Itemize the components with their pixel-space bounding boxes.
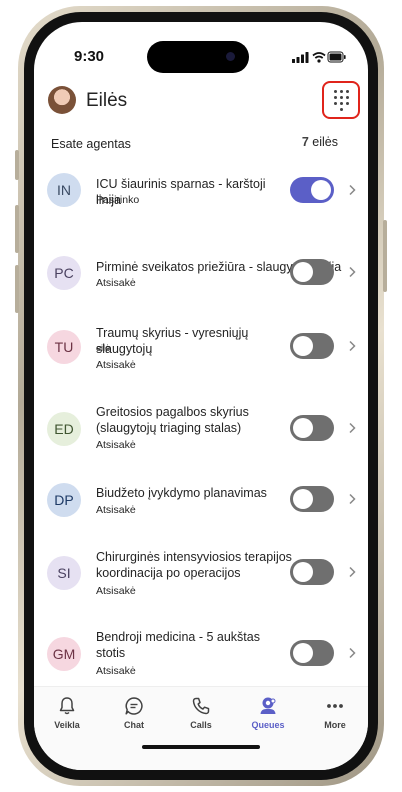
volume-down-button	[15, 265, 19, 313]
nav-label: Calls	[190, 720, 212, 730]
nav-queues[interactable]: Queues	[240, 695, 296, 730]
queue-toggle[interactable]	[290, 559, 334, 585]
chevron-right-icon[interactable]	[348, 647, 356, 659]
chevron-right-icon[interactable]	[348, 340, 356, 352]
queue-initials: DP	[54, 492, 74, 508]
queue-toggle[interactable]	[290, 333, 334, 359]
queue-status: Atsisakė	[96, 665, 136, 677]
queue-item[interactable]: IN ICU šiaurinis sparnas - karštoji lini…	[34, 157, 368, 239]
chevron-right-icon[interactable]	[348, 422, 356, 434]
queue-status: Atsisakė	[96, 277, 136, 289]
camera-icon	[226, 52, 235, 61]
queue-item[interactable]: SI Chirurginės intensyviosios terapijos …	[34, 541, 368, 623]
status-time: 9:30	[74, 48, 105, 65]
toggle-knob	[293, 562, 313, 582]
toggle-knob	[293, 489, 313, 509]
queue-status: Atsisakė	[96, 359, 136, 371]
dialpad-icon	[333, 89, 349, 111]
bell-icon	[59, 697, 75, 715]
page-title: Eilės	[86, 90, 128, 111]
queue-count: 7 eilės	[302, 135, 338, 149]
queue-toggle[interactable]	[290, 415, 334, 441]
battery-icon	[327, 51, 346, 63]
queue-item[interactable]: DP Biudžeto įvykdymo planavimas Atsisakė	[34, 477, 368, 549]
queue-item[interactable]: GM Bendroji medicina - 5 aukštas stotis …	[34, 623, 368, 689]
queue-avatar: DP	[47, 483, 81, 517]
chevron-right-icon[interactable]	[348, 566, 356, 578]
chevron-right-icon[interactable]	[348, 493, 356, 505]
nav-calls[interactable]: Calls	[173, 695, 229, 730]
toggle-knob	[311, 180, 331, 200]
nav-more[interactable]: More	[307, 695, 363, 730]
nav-label: More	[324, 720, 346, 730]
queue-status: Atsisakė	[96, 585, 136, 597]
chevron-right-icon[interactable]	[348, 266, 356, 278]
queue-count-suffix: eilės	[308, 135, 338, 149]
queue-initials: ED	[54, 421, 74, 437]
toggle-knob	[293, 418, 313, 438]
phone-screen: 9:30 Eilės Esate agentas 7 eilės IN ICU …	[34, 22, 368, 770]
queue-initials: IN	[57, 182, 71, 198]
queue-name: Greitosios pagalbos skyrius (slaugytojų …	[96, 405, 249, 435]
queue-name: Traumų skyrius - vyresniųjų slaugytojų	[96, 326, 249, 356]
nav-label: Queues	[251, 720, 285, 730]
bottom-navigation: Veikla Chat Calls Queues More	[34, 686, 368, 770]
queue-toggle[interactable]	[290, 259, 334, 285]
toggle-knob	[293, 643, 313, 663]
wifi-icon	[312, 52, 326, 63]
signal-icon	[292, 52, 309, 63]
agent-status-label: Esate agentas	[51, 137, 131, 151]
queue-avatar: PC	[47, 256, 81, 290]
queue-toggle[interactable]	[290, 486, 334, 512]
nav-label: Veikla	[54, 720, 80, 730]
queue-avatar: GM	[47, 637, 81, 671]
mute-switch	[15, 150, 19, 180]
queue-name: Bendroji medicina - 5 aukštas stotis	[96, 630, 260, 660]
power-button	[383, 220, 387, 292]
queue-status: Pasirinko	[96, 194, 140, 206]
queue-name-extra: eilė	[96, 343, 111, 353]
chat-icon	[125, 697, 143, 715]
queue-toggle[interactable]	[290, 177, 334, 203]
queue-status: Atsisakė	[96, 504, 136, 516]
queue-initials: SI	[57, 565, 71, 581]
user-avatar[interactable]	[48, 86, 76, 114]
chevron-right-icon[interactable]	[348, 184, 356, 196]
queue-avatar: ED	[47, 412, 81, 446]
volume-up-button	[15, 205, 19, 253]
queue-initials: TU	[54, 339, 74, 355]
queues-icon	[260, 697, 276, 714]
toggle-knob	[293, 262, 313, 282]
dialpad-button[interactable]	[322, 81, 360, 119]
nav-chat[interactable]: Chat	[106, 695, 162, 730]
nav-veikla[interactable]: Veikla	[39, 695, 95, 730]
queue-name: Biudžeto įvykdymo planavimas	[96, 486, 267, 500]
more-icon	[327, 704, 343, 708]
toggle-knob	[293, 336, 313, 356]
queue-item[interactable]: PC Pirminė sveikatos priežiūra - slaugyt…	[34, 239, 368, 313]
queue-item[interactable]: ED Greitosios pagalbos skyrius (slaugyto…	[34, 395, 368, 477]
phone-icon	[192, 697, 210, 715]
queue-initials: GM	[52, 646, 76, 662]
home-indicator	[142, 745, 260, 749]
queue-name: Chirurginės intensyviosios terapijos koo…	[96, 550, 292, 580]
queue-toggle[interactable]	[290, 640, 334, 666]
nav-label: Chat	[124, 720, 144, 730]
dynamic-island	[147, 41, 249, 73]
queue-status: Atsisakė	[96, 439, 136, 451]
queue-avatar: IN	[47, 173, 81, 207]
queue-initials: PC	[54, 265, 74, 281]
status-icons	[292, 51, 346, 63]
queue-avatar: SI	[47, 556, 81, 590]
queue-avatar: TU	[47, 330, 81, 364]
queue-item[interactable]: TU Traumų skyrius - vyresniųjų slaugytoj…	[34, 313, 368, 395]
queue-count-number: 7	[301, 135, 309, 149]
